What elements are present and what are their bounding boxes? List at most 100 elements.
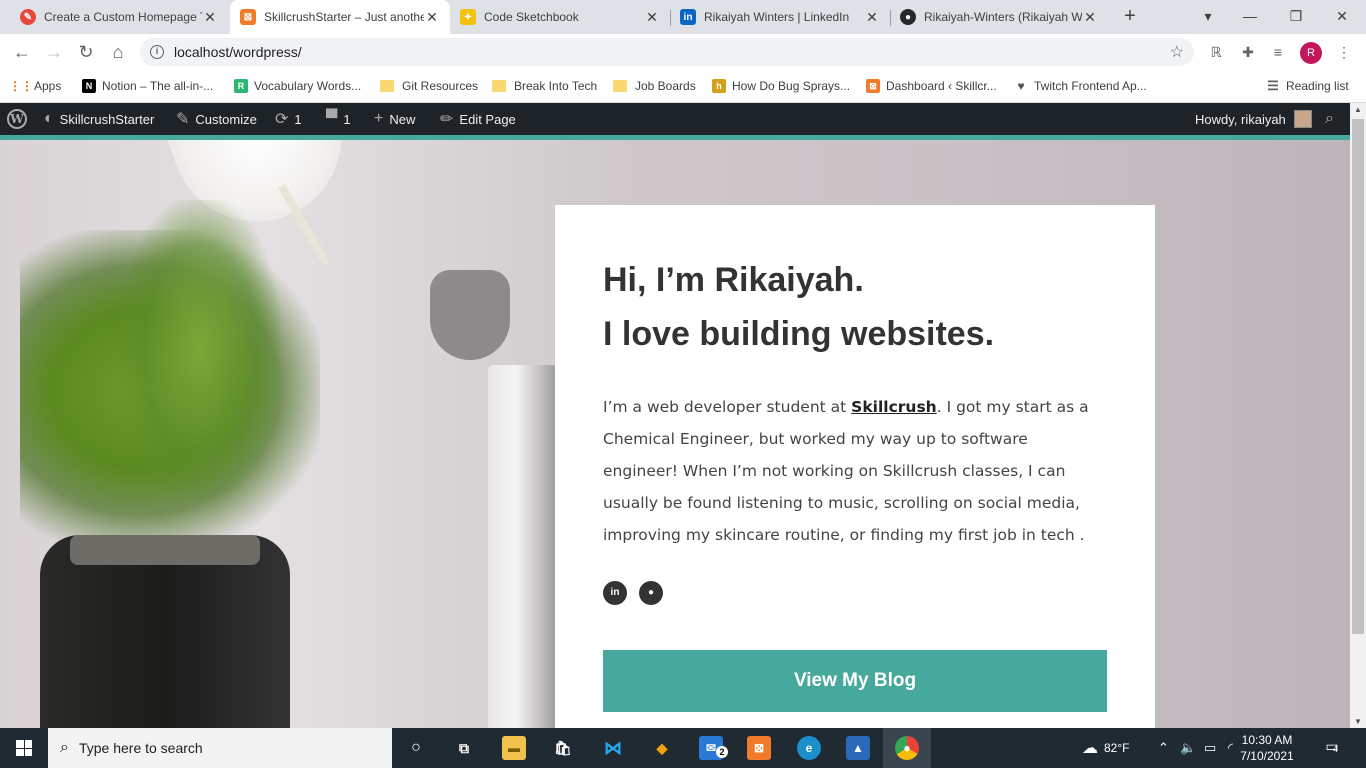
back-icon[interactable]: ← <box>8 38 36 66</box>
new-tab-button[interactable]: + <box>1118 5 1142 29</box>
bookmark-label: How Do Bug Sprays... <box>732 79 851 93</box>
tab-skillcrushstarter[interactable]: ⊠ SkillcrushStarter – Just anothe ✕ <box>230 0 450 34</box>
wp-comments[interactable]: ▀ 1 <box>326 103 351 135</box>
xampp-icon[interactable]: ⊠ <box>747 736 771 760</box>
tab-linkedin[interactable]: in Rikaiyah Winters | LinkedIn ✕ <box>670 0 890 34</box>
cortana-icon[interactable]: ○ <box>404 736 428 760</box>
git-tool-icon[interactable]: ◆ <box>650 736 674 760</box>
photos-icon[interactable]: ▲ <box>846 736 870 760</box>
tab-search-icon[interactable]: ▾ <box>1188 4 1228 28</box>
linkedin-icon: in <box>680 9 696 25</box>
skillcrush-link[interactable]: Skillcrush <box>851 398 937 416</box>
media-control-icon[interactable]: ≡ <box>1268 42 1288 62</box>
customize-label: Customize <box>195 111 257 127</box>
github-icon: ● <box>900 9 916 25</box>
folder-icon <box>492 80 506 92</box>
home-icon[interactable]: ⌂ <box>104 38 132 66</box>
wp-updates[interactable]: ⟳ 1 <box>275 103 302 135</box>
wp-customize[interactable]: ✎ Customize <box>176 103 257 135</box>
start-button[interactable] <box>0 728 48 768</box>
tab-create-homepage[interactable]: ✎ Create a Custom Homepage T ✕ <box>10 0 228 34</box>
minimize-button[interactable]: — <box>1230 4 1270 28</box>
tab-title: Rikaiyah Winters | LinkedIn <box>704 10 850 24</box>
tray-chevron-icon[interactable]: ⌃ <box>1158 728 1169 768</box>
github-icon[interactable]: ● <box>639 581 663 605</box>
menu-kebab-icon[interactable]: ⋮ <box>1334 42 1354 62</box>
close-icon[interactable]: ✕ <box>1082 9 1098 26</box>
plus-icon: + <box>374 110 384 127</box>
window-close-button[interactable]: ✕ <box>1322 4 1362 28</box>
wp-my-account[interactable]: Howdy, rikaiyah <box>1195 103 1312 135</box>
scrollbar-thumb[interactable] <box>1352 119 1364 634</box>
bookmark-bug-sprays[interactable]: h How Do Bug Sprays... <box>712 76 850 96</box>
file-explorer-icon[interactable]: ▬ <box>502 736 526 760</box>
address-bar[interactable]: i localhost/wordpress/ ☆ <box>140 38 1194 66</box>
profile-avatar[interactable]: R <box>1300 42 1322 64</box>
store-icon[interactable]: 🛍 <box>551 736 575 760</box>
scroll-up-icon[interactable]: ▲ <box>1354 105 1362 114</box>
bookmark-git-resources[interactable]: Git Resources <box>380 76 478 96</box>
heading-line-2: I love building websites. <box>603 315 995 353</box>
close-icon[interactable]: ✕ <box>864 9 880 26</box>
bookmark-vocabulary[interactable]: R Vocabulary Words... <box>234 76 361 96</box>
tab-code-sketchbook[interactable]: ✦ Code Sketchbook ✕ <box>450 0 670 34</box>
search-placeholder: Type here to search <box>78 740 203 756</box>
wp-search[interactable]: ⌕ <box>1325 103 1334 135</box>
weather-widget[interactable]: ☁ 82°F <box>1082 728 1129 768</box>
close-icon[interactable]: ✕ <box>644 9 660 26</box>
bookmark-twitch-frontend[interactable]: ♥ Twitch Frontend Ap... <box>1014 76 1146 96</box>
new-label: New <box>389 111 416 127</box>
bookmark-label: Break Into Tech <box>514 79 598 93</box>
close-icon[interactable]: ✕ <box>424 9 440 26</box>
restore-button[interactable]: ❐ <box>1276 4 1316 28</box>
bookmark-apps[interactable]: ⋮⋮ Apps <box>9 76 61 96</box>
notification-center-icon[interactable]: ▭ 4 <box>1322 738 1342 758</box>
plant-image-top <box>120 200 280 500</box>
bookmark-notion[interactable]: N Notion – The all-in-... <box>82 76 213 96</box>
wp-edit-page[interactable]: ✏ Edit Page <box>440 103 516 135</box>
close-icon[interactable]: ✕ <box>202 9 218 26</box>
windows-taskbar: ⌕ Type here to search ○ ⧉ ▬ 🛍 ⋈ ◆ ✉ 2 ⊠ … <box>0 728 1366 768</box>
mail-badge: 2 <box>716 746 728 758</box>
bookmark-star-icon[interactable]: ☆ <box>1170 42 1184 62</box>
reading-list[interactable]: ☰ Reading list <box>1266 76 1349 96</box>
view-blog-button[interactable]: View My Blog <box>603 650 1107 712</box>
apps-grid-icon: ⋮⋮ <box>9 79 33 93</box>
taskbar-search[interactable]: ⌕ Type here to search <box>48 728 392 768</box>
linkedin-icon[interactable]: in <box>603 581 627 605</box>
task-view-icon[interactable]: ⧉ <box>452 736 476 760</box>
chrome-icon[interactable]: ● <box>895 736 919 760</box>
bio-text-end: . I got my start as a Chemical Engineer,… <box>603 398 1089 544</box>
scroll-down-icon[interactable]: ▼ <box>1354 717 1362 726</box>
bookmark-job-boards[interactable]: Job Boards <box>613 76 696 96</box>
tab-strip: ✎ Create a Custom Homepage T ✕ ⊠ Skillcr… <box>0 0 1366 34</box>
dashboard-icon: ⊠ <box>866 79 880 93</box>
site-name-label: SkillcrushStarter <box>59 111 155 127</box>
url-text: localhost/wordpress/ <box>174 44 302 60</box>
extensions-puzzle-icon[interactable]: ✚ <box>1238 42 1258 62</box>
vscode-icon[interactable]: ⋈ <box>601 736 625 760</box>
page-scrollbar[interactable]: ▲ ▼ <box>1350 103 1366 728</box>
tab-favicon-icon: ⊠ <box>240 9 256 25</box>
clock-time: 10:30 AM <box>1241 733 1293 747</box>
bookmark-break-into-tech[interactable]: Break Into Tech <box>492 76 597 96</box>
bookmark-dashboard[interactable]: ⊠ Dashboard ‹ Skillcr... <box>866 76 997 96</box>
wp-site-name[interactable]: ◐ SkillcrushStarter <box>44 103 154 135</box>
site-info-icon[interactable]: i <box>150 45 164 59</box>
bookmark-label: Dashboard ‹ Skillcr... <box>886 79 997 93</box>
folder-icon <box>380 80 394 92</box>
windows-icon <box>16 740 32 756</box>
tab-github[interactable]: ● Rikaiyah-Winters (Rikaiyah W ✕ <box>890 0 1108 34</box>
forward-icon[interactable]: → <box>40 38 68 66</box>
jar-neck-image <box>70 535 260 565</box>
vocabulary-icon: R <box>234 79 248 93</box>
battery-icon[interactable]: ▭ <box>1204 728 1216 768</box>
volume-icon[interactable]: 🔈 <box>1180 728 1196 768</box>
social-links: in ● <box>603 581 1107 605</box>
system-clock[interactable]: 10:30 AM 7/10/2021 <box>1222 732 1312 764</box>
reload-icon[interactable]: ↻ <box>72 38 100 66</box>
edge-icon[interactable]: e <box>797 736 821 760</box>
wp-new[interactable]: + New <box>374 103 415 135</box>
wp-logo-menu[interactable]: W <box>7 103 27 135</box>
extension-icon[interactable]: ℝ <box>1206 42 1226 62</box>
